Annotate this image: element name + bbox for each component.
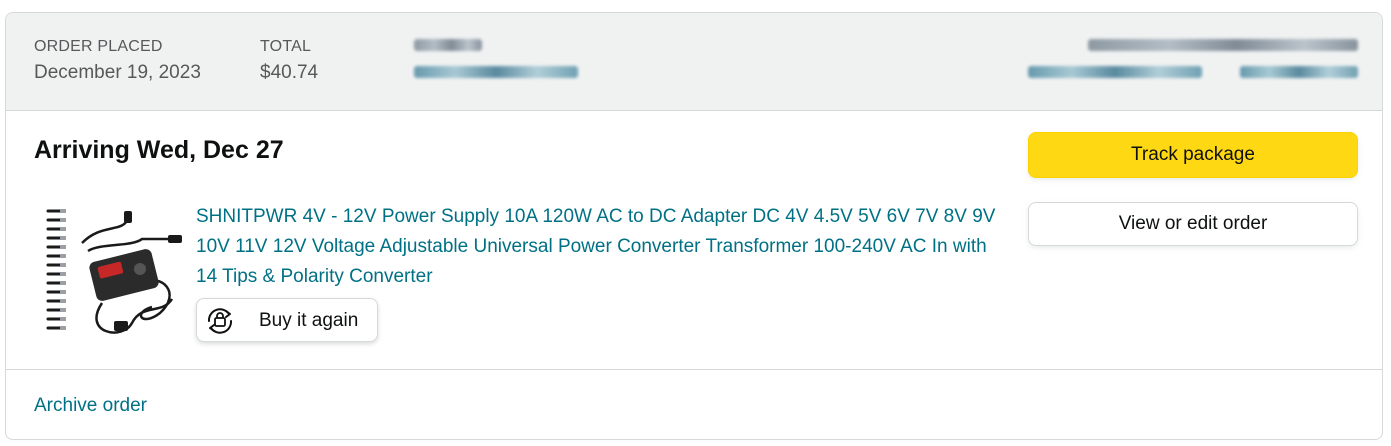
redacted-view-order-details-link[interactable] <box>1028 66 1202 78</box>
reorder-icon <box>207 308 233 334</box>
order-card: ORDER PLACED December 19, 2023 TOTAL $40… <box>5 12 1383 440</box>
card-divider <box>6 369 1382 370</box>
redacted-ship-to-label <box>414 39 482 51</box>
power-supply-product-image[interactable] <box>42 203 188 343</box>
redacted-order-number <box>1088 39 1358 51</box>
order-placed-date: December 19, 2023 <box>34 62 201 83</box>
redacted-ship-to-name[interactable] <box>414 66 578 78</box>
buy-again-button[interactable]: Buy it again <box>196 298 378 342</box>
arrival-status: Arriving Wed, Dec 27 <box>34 136 284 164</box>
buy-again-label: Buy it again <box>259 310 359 331</box>
product-title-link[interactable]: SHNITPWR 4V - 12V Power Supply 10A 120W … <box>196 202 996 292</box>
archive-order-link[interactable]: Archive order <box>34 394 147 418</box>
redacted-view-invoice-link[interactable] <box>1240 66 1358 78</box>
track-package-button[interactable]: Track package <box>1028 132 1358 178</box>
order-total-value: $40.74 <box>260 62 319 83</box>
order-placed-block: ORDER PLACED December 19, 2023 <box>34 37 201 86</box>
view-edit-order-button[interactable]: View or edit order <box>1028 202 1358 246</box>
order-total-label: TOTAL <box>260 38 312 55</box>
order-placed-label: ORDER PLACED <box>34 38 163 55</box>
order-total-block: TOTAL $40.74 <box>260 37 318 86</box>
order-header: ORDER PLACED December 19, 2023 TOTAL $40… <box>6 13 1382 111</box>
